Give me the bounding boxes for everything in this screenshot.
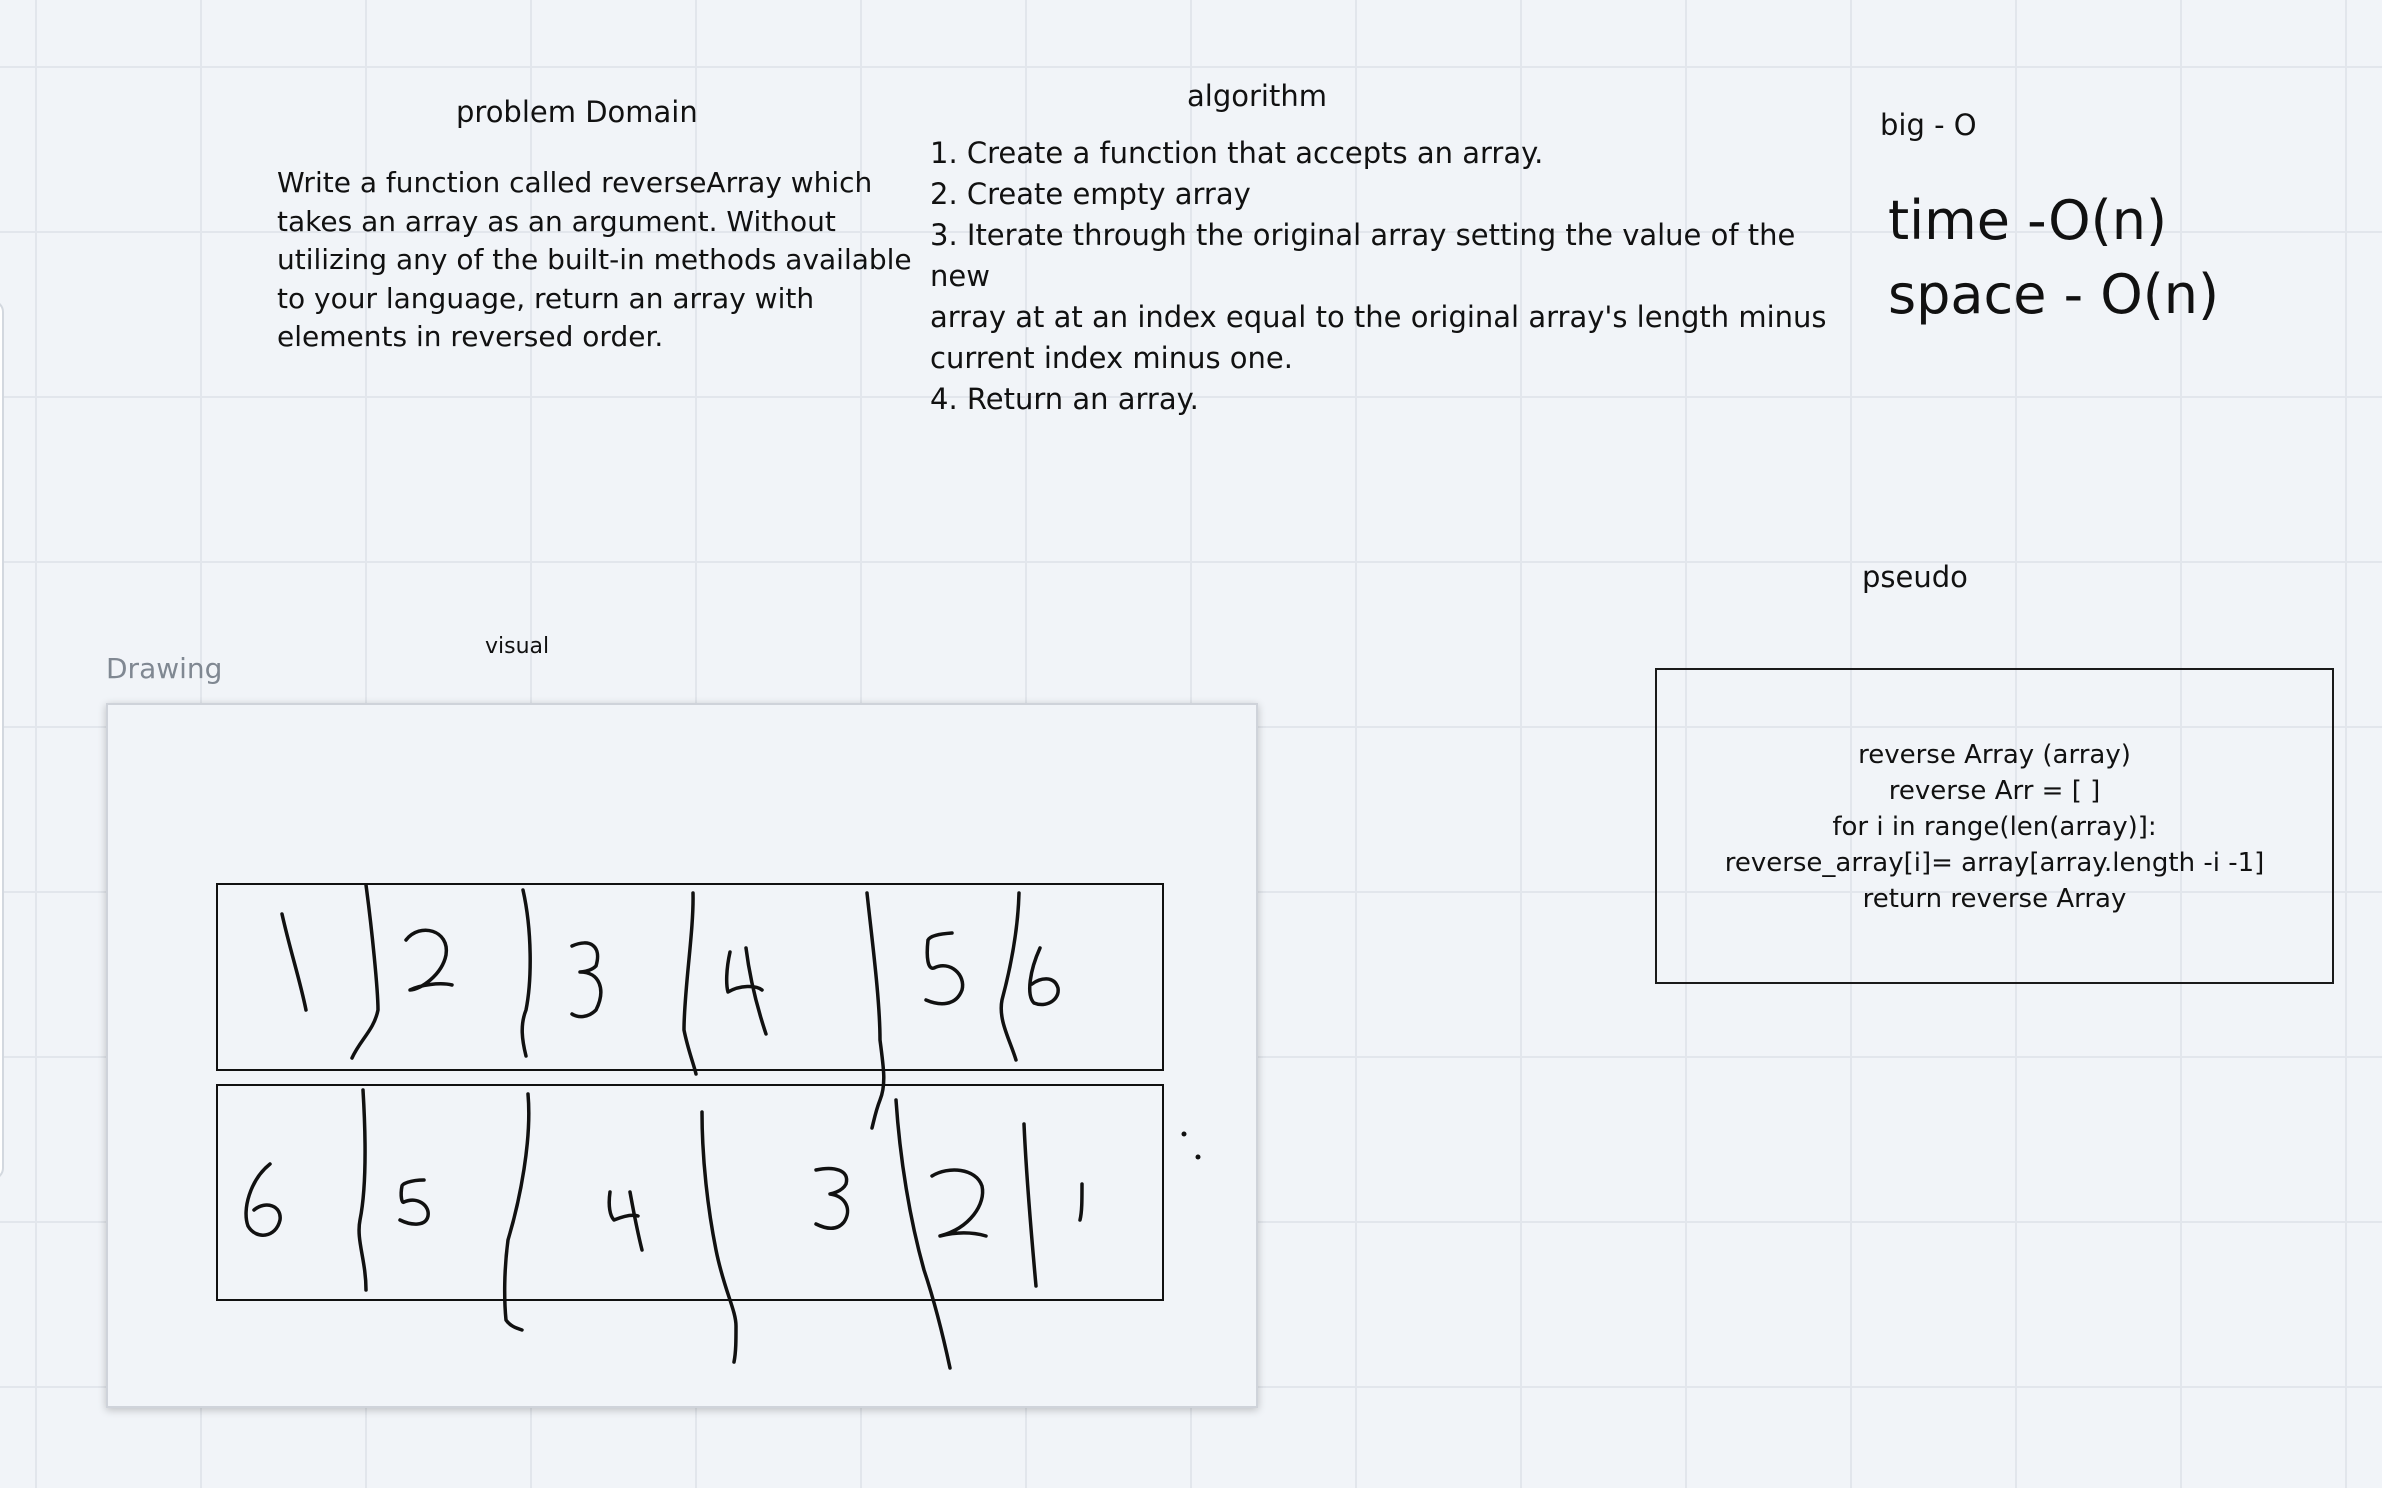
bottom-divider [357,1088,368,1292]
top-array-box [216,883,1164,1071]
top-divider [999,891,1021,1062]
top-digit-1 [280,912,308,1012]
top-divider [350,883,380,1060]
top-digit-5 [924,931,965,1006]
stray-dot [1181,1131,1187,1137]
bottom-array-box [216,1084,1164,1301]
bottom-divider [1022,1122,1038,1288]
top-digit-4 [724,946,768,1036]
bottom-divider [700,1110,738,1364]
bottom-digit-6 [244,1162,282,1237]
drawing-ink [216,883,1201,1370]
top-divider [865,891,886,1130]
bottom-digit-4 [607,1190,644,1252]
top-divider [682,891,698,1076]
top-digit-2 [404,928,454,992]
top-digit-3 [570,941,603,1019]
bottom-digit-1 [1078,1182,1084,1222]
top-divider [520,888,532,1058]
bottom-digit-2 [930,1168,988,1238]
bottom-divider [502,1092,531,1332]
stray-dot [1195,1154,1201,1160]
top-digit-6 [1027,946,1060,1007]
bottom-digit-5 [398,1178,430,1226]
bottom-digit-3 [814,1166,850,1230]
